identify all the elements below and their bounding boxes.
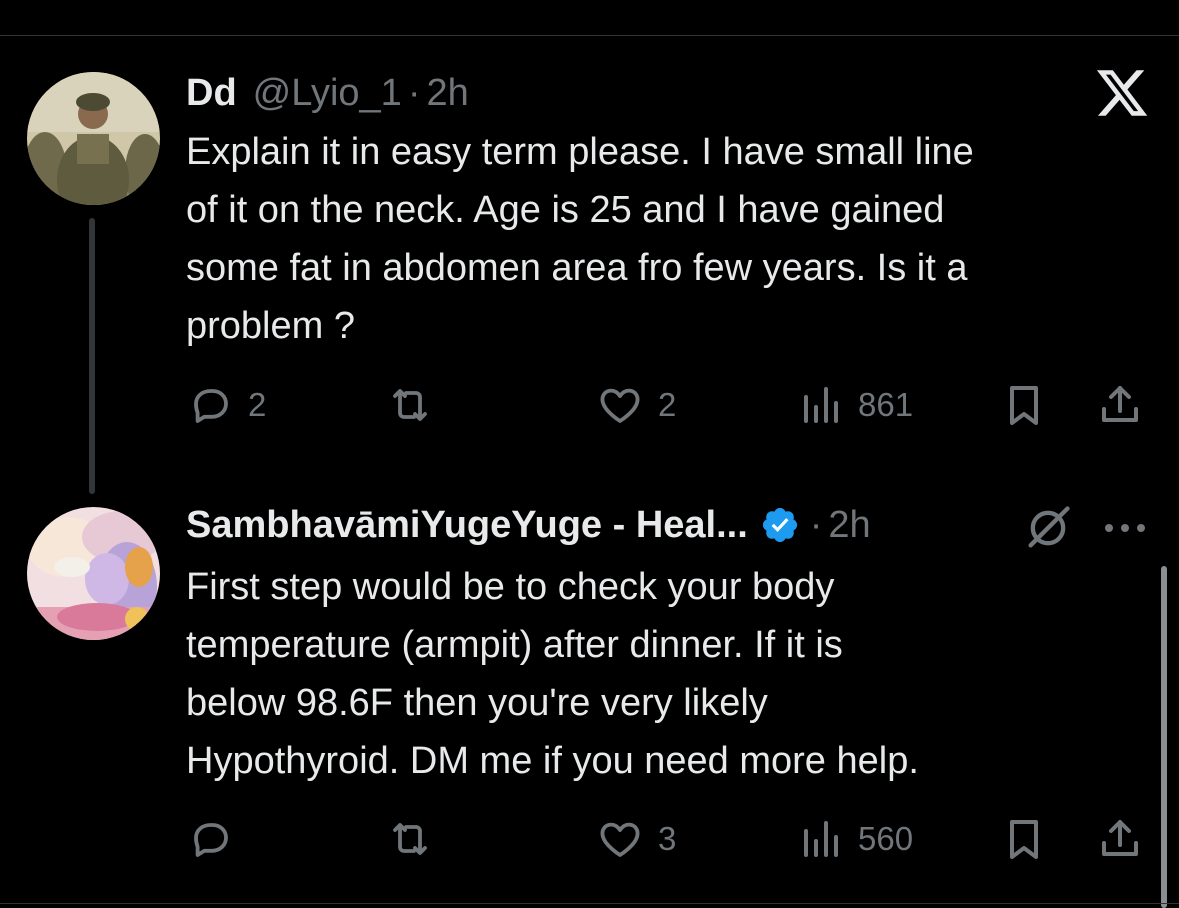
views-icon — [804, 821, 838, 857]
tweet-text-line: Explain it in easy term please. I have s… — [186, 131, 974, 173]
share-button[interactable] — [1096, 813, 1144, 865]
heart-icon — [600, 822, 640, 857]
retweet-button[interactable] — [386, 813, 448, 865]
views-button[interactable]: 861 — [796, 379, 913, 431]
tweet-text-line: First step would be to check your body — [186, 566, 835, 608]
retweet-icon — [393, 389, 427, 421]
like-count: 2 — [658, 386, 677, 423]
reply-button[interactable] — [186, 813, 248, 865]
separator-dot: · — [407, 71, 421, 114]
display-name[interactable]: SambhavāmiYugeYuge - Heal... — [186, 504, 748, 547]
share-icon — [1102, 820, 1138, 856]
share-icon — [1102, 386, 1138, 422]
tweet-text: Explain it in easy term please. I have s… — [186, 123, 1156, 355]
action-bar: 3 560 — [186, 813, 1146, 865]
action-bar: 2 2 861 — [186, 379, 1146, 431]
views-icon — [804, 387, 838, 423]
tweet-text-line: temperature (armpit) after dinner. If it… — [186, 624, 843, 666]
bookmark-icon — [1010, 386, 1038, 425]
avatar-sambhavami[interactable] — [27, 507, 160, 640]
separator-dot: · — [809, 503, 823, 546]
like-button[interactable]: 3 — [596, 813, 676, 865]
tweet-header: Dd @Lyio_1 · 2h — [186, 68, 469, 118]
display-name[interactable]: Dd — [186, 72, 237, 115]
like-count: 3 — [658, 820, 677, 857]
thread-connector-line — [89, 218, 95, 494]
retweet-button[interactable] — [386, 379, 448, 431]
view-count: 560 — [858, 820, 914, 857]
timestamp[interactable]: 2h — [828, 504, 870, 547]
tweet-text-line: below 98.6F then you're very likely — [186, 682, 768, 724]
tweet-text-line: problem ? — [186, 305, 355, 347]
reply-button[interactable]: 2 — [186, 379, 266, 431]
tweet-header: SambhavāmiYugeYuge - Heal... · 2h — [186, 500, 871, 550]
bookmark-icon — [1010, 820, 1038, 859]
bookmark-button[interactable] — [1000, 813, 1048, 865]
tweet-text-line: of it on the neck. Age is 25 and I have … — [186, 189, 945, 231]
bottom-divider — [0, 903, 1179, 904]
views-button[interactable]: 560 — [796, 813, 913, 865]
view-count: 861 — [858, 386, 914, 423]
grok-icon[interactable] — [1022, 502, 1074, 554]
reply-icon — [194, 823, 228, 857]
heart-icon — [600, 388, 640, 423]
tweet-text: First step would be to check your body t… — [186, 558, 1156, 790]
reply-icon — [194, 389, 228, 423]
user-handle[interactable]: @Lyio_1 — [253, 72, 402, 115]
tweet-text-line: Hypothyroid. DM me if you need more help… — [186, 740, 919, 782]
share-button[interactable] — [1096, 379, 1144, 431]
bookmark-button[interactable] — [1000, 379, 1048, 431]
retweet-icon — [393, 823, 427, 855]
more-icon[interactable] — [1100, 508, 1150, 548]
tweet-text-line: some fat in abdomen area fro few years. … — [186, 247, 968, 289]
top-divider — [0, 35, 1179, 36]
like-button[interactable]: 2 — [596, 379, 676, 431]
scrollbar-thumb[interactable] — [1161, 566, 1167, 908]
timestamp[interactable]: 2h — [426, 72, 468, 115]
reply-count: 2 — [248, 386, 267, 423]
avatar-dd[interactable] — [27, 72, 160, 205]
x-logo-icon[interactable] — [1094, 65, 1150, 121]
verified-badge-icon — [760, 505, 800, 545]
